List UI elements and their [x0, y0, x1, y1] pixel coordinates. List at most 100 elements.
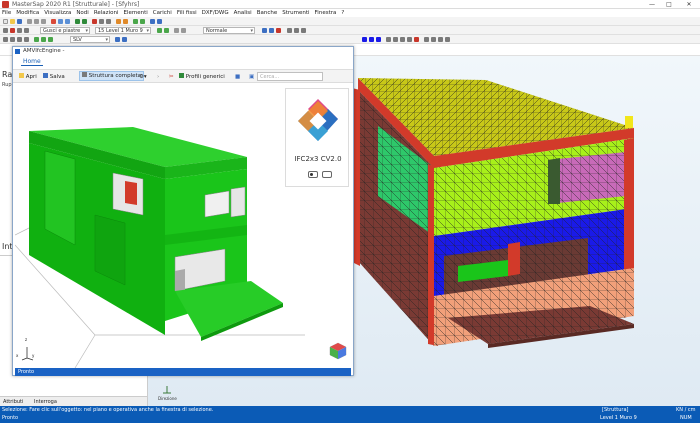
menu-modifica[interactable]: Modifica — [16, 9, 39, 17]
search-input[interactable]: Cerca... — [257, 72, 323, 81]
render-icon[interactable] — [262, 28, 267, 33]
level-down-icon[interactable] — [164, 28, 169, 33]
struttura-completa-button[interactable]: Struttura completa — [79, 71, 144, 81]
save-button[interactable]: Salva — [43, 73, 65, 81]
settings-dropdown[interactable]: ⚙▾ — [139, 73, 147, 81]
result-icon[interactable] — [140, 19, 145, 24]
info-icon[interactable] — [294, 28, 299, 33]
status-message: Selezione: Fare clic sull'oggetto: nel p… — [2, 407, 214, 413]
menu-file[interactable]: File — [2, 9, 11, 17]
tab-home[interactable]: Home — [21, 58, 43, 66]
shell-icon[interactable] — [24, 28, 29, 33]
menu-finestra[interactable]: Finestra — [315, 9, 337, 17]
menu-banche[interactable]: Banche — [257, 9, 278, 17]
filter-combo[interactable]: Gusci e piastre — [40, 27, 90, 34]
new-icon[interactable] — [3, 19, 8, 24]
toggle-switch-2[interactable] — [322, 171, 332, 178]
list-icon[interactable] — [424, 37, 429, 42]
menu-carichi[interactable]: Carichi — [153, 9, 172, 17]
grid-icon[interactable] — [174, 28, 179, 33]
toggle-icon[interactable] — [386, 37, 391, 42]
pointer-icon[interactable] — [3, 28, 8, 33]
level-combo[interactable]: 15 Level 1 Muro 9 — [95, 27, 151, 34]
beam-icon[interactable] — [17, 28, 22, 33]
menu-strumenti[interactable]: Strumenti — [282, 9, 309, 17]
view-iso-icon[interactable] — [24, 37, 29, 42]
print-icon[interactable] — [150, 19, 155, 24]
zoom-icon[interactable] — [92, 19, 97, 24]
save-icon[interactable] — [17, 19, 22, 24]
open-button[interactable]: Apri — [19, 73, 37, 81]
undo-icon[interactable] — [75, 19, 80, 24]
level-up-icon[interactable] — [157, 28, 162, 33]
color-icon[interactable] — [276, 28, 281, 33]
zoom-prev-icon[interactable] — [48, 37, 53, 42]
menu-help[interactable]: ? — [341, 9, 344, 17]
menu-visualizza[interactable]: Visualizza — [44, 9, 71, 17]
hide-icon[interactable] — [400, 37, 405, 42]
arrow-right-icon[interactable]: › — [157, 73, 159, 81]
tab-attributi[interactable]: Attributi — [3, 399, 23, 405]
section-icon[interactable] — [115, 37, 120, 42]
analysis-icon[interactable] — [133, 19, 138, 24]
move-icon[interactable] — [65, 19, 70, 24]
filter-icon[interactable] — [393, 37, 398, 42]
maximize-button[interactable]: □ — [662, 0, 676, 9]
view-cube-icon[interactable] — [329, 342, 347, 360]
cut-tool-icon[interactable]: ✂ — [169, 73, 174, 81]
select-icon[interactable] — [58, 19, 63, 24]
unit-combo[interactable]: SLV — [70, 36, 110, 43]
report-icon[interactable] — [445, 37, 450, 42]
zoom-window-icon[interactable] — [41, 37, 46, 42]
axis-y-icon[interactable] — [369, 37, 374, 42]
ifc-logo-panel: IFC2x3 CV2.0 — [285, 88, 349, 187]
table-icon[interactable] — [431, 37, 436, 42]
dialog-status: Pronto — [15, 368, 351, 376]
node-icon[interactable] — [10, 28, 15, 33]
cut-icon[interactable] — [27, 19, 32, 24]
status-bar: Selezione: Fare clic sull'oggetto: nel p… — [0, 406, 700, 423]
axis-x-icon[interactable] — [362, 37, 367, 42]
rotate-icon[interactable] — [106, 19, 111, 24]
copy-icon[interactable] — [34, 19, 39, 24]
redo-icon[interactable] — [82, 19, 87, 24]
wire-icon[interactable] — [269, 28, 274, 33]
layer-icon[interactable] — [157, 19, 162, 24]
view-side-icon[interactable] — [17, 37, 22, 42]
view-top-icon[interactable] — [3, 37, 8, 42]
export-icon[interactable]: ▣ — [249, 73, 254, 81]
profili-generici-button[interactable]: Profili generici — [179, 73, 225, 81]
mesh-icon[interactable] — [116, 19, 121, 24]
load-icon[interactable] — [123, 19, 128, 24]
paste-icon[interactable] — [41, 19, 46, 24]
menu-bar: File Modifica Visualizza Nodi Relazioni … — [0, 9, 700, 17]
book-icon[interactable]: ■ — [235, 73, 240, 81]
menu-fili-fissi[interactable]: Fili fissi — [177, 9, 197, 17]
menu-analisi[interactable]: Analisi — [234, 9, 252, 17]
status-mode: [Struttura] — [602, 407, 629, 413]
flag-icon[interactable] — [414, 37, 419, 42]
close-button[interactable]: ✕ — [682, 0, 696, 9]
open-icon[interactable] — [10, 19, 15, 24]
toggle-switch[interactable] — [308, 171, 318, 178]
axis-x-label: x — [16, 353, 19, 358]
axis-z-icon[interactable] — [376, 37, 381, 42]
pan-icon[interactable] — [99, 19, 104, 24]
view-front-icon[interactable] — [10, 37, 15, 42]
delete-icon[interactable] — [51, 19, 56, 24]
show-icon[interactable] — [407, 37, 412, 42]
options-icon[interactable] — [301, 28, 306, 33]
menu-elementi[interactable]: Elementi — [123, 9, 147, 17]
menu-relazioni[interactable]: Relazioni — [94, 9, 119, 17]
fit-icon[interactable] — [34, 37, 39, 42]
menu-dxf[interactable]: DXF/DWG — [202, 9, 229, 17]
floppy-icon — [43, 73, 48, 78]
material-icon[interactable] — [122, 37, 127, 42]
tab-interroga[interactable]: Interroga — [34, 399, 57, 405]
chart-icon[interactable] — [438, 37, 443, 42]
measure-icon[interactable] — [287, 28, 292, 33]
snap-icon[interactable] — [181, 28, 186, 33]
view-mode-combo[interactable]: Normale — [203, 27, 255, 34]
menu-nodi[interactable]: Nodi — [76, 9, 89, 17]
minimize-button[interactable]: — — [645, 0, 659, 9]
